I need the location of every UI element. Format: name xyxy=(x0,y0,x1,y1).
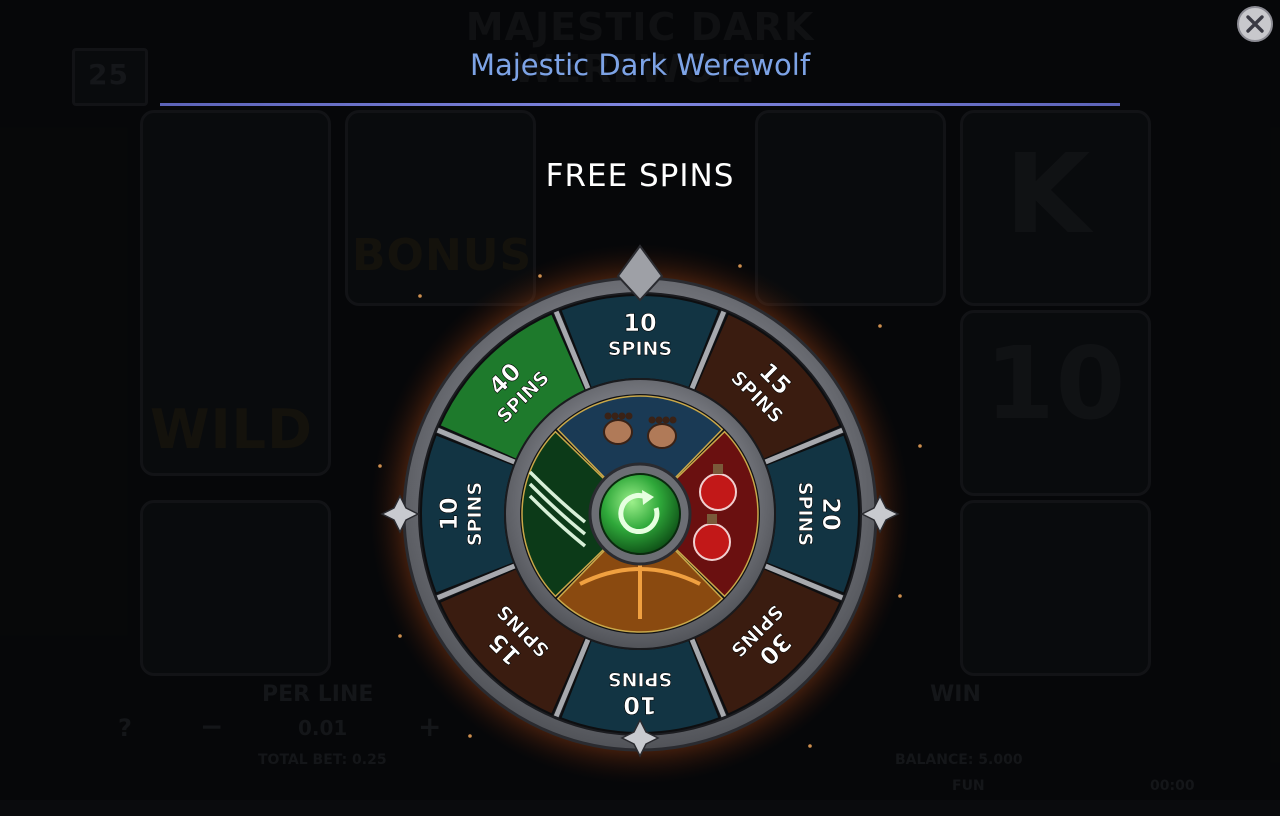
segment-count: 10 xyxy=(623,309,656,337)
potion-cork xyxy=(707,514,717,524)
paw-toe xyxy=(648,416,656,424)
segment-count: 10 xyxy=(435,497,463,530)
free-spins-heading: FREE SPINS xyxy=(545,158,735,194)
paw-toe xyxy=(669,416,677,424)
paw-toe xyxy=(662,416,670,424)
segment-unit: SPINS xyxy=(794,482,816,546)
segment-unit: SPINS xyxy=(608,668,672,690)
segment-unit: SPINS xyxy=(608,338,672,360)
potion-cork xyxy=(713,464,723,474)
paw-icon xyxy=(603,419,633,445)
paw-icon xyxy=(647,423,677,449)
wheel-svg: 10SPINS15SPINS20SPINS30SPINS10SPINS15SPI… xyxy=(370,244,922,784)
segment-count: 10 xyxy=(623,691,656,719)
sparkle xyxy=(878,324,882,328)
close-icon xyxy=(1246,15,1264,33)
paw-toe xyxy=(618,412,626,420)
spin-button xyxy=(599,473,681,555)
paw-toe xyxy=(611,412,619,420)
sparkle xyxy=(918,444,922,448)
paw-toe xyxy=(655,416,663,424)
potion-icon xyxy=(699,473,737,511)
sparkle xyxy=(378,464,382,468)
sparkle xyxy=(418,294,422,298)
sparkle xyxy=(398,634,402,638)
sparkle xyxy=(898,594,902,598)
title-divider xyxy=(160,103,1120,106)
free-spins-wheel: 10 SPINS 15 SPINS 20 SPINS 30 SPINS 10 SPINS 15 SPI… xyxy=(340,236,940,816)
sparkle xyxy=(808,744,812,748)
paw-toe xyxy=(604,412,612,420)
sparkle xyxy=(538,274,542,278)
paw-toe xyxy=(625,412,633,420)
potion-icon xyxy=(693,523,731,561)
segment-unit: SPINS xyxy=(464,482,486,546)
close-button[interactable] xyxy=(1237,6,1273,42)
game-title: Majestic Dark Werewolf xyxy=(469,48,811,82)
segment-count: 20 xyxy=(817,497,845,530)
sparkle xyxy=(468,734,472,738)
sparkle xyxy=(738,264,742,268)
